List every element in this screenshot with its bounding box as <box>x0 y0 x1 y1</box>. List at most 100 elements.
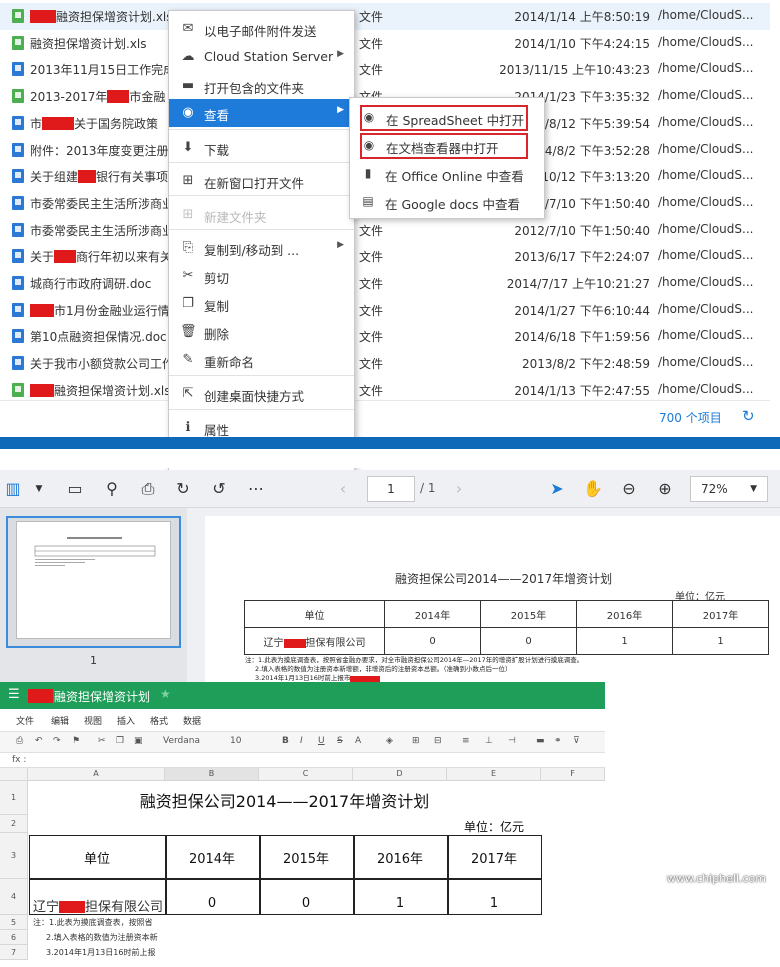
menu-item[interactable]: ⊞ 在新窗口打开文件 <box>169 167 354 195</box>
row-header[interactable]: 7 <box>0 945 28 960</box>
filter-icon[interactable]: ⊽ <box>573 736 580 746</box>
menu-item[interactable]: ☁ Cloud Station Server ▶ <box>169 43 354 71</box>
submenu-item[interactable]: ▤ 在 Google docs 中查看 <box>350 189 544 215</box>
sheet-unit-cell[interactable]: 单位：亿元 <box>447 818 541 835</box>
borders-icon[interactable]: ⊞ <box>412 736 420 746</box>
print-icon[interactable]: ⎙ <box>137 478 159 500</box>
menu-item[interactable]: ⬇ 下载 <box>169 134 354 162</box>
row-header[interactable]: 6 <box>0 930 28 945</box>
strikethrough-icon[interactable]: S <box>337 736 343 746</box>
column-header[interactable]: E <box>447 768 541 781</box>
sheet-header-cell[interactable]: 单位 <box>29 848 165 867</box>
paste-icon[interactable]: ▣ <box>134 736 143 746</box>
italic-icon[interactable]: I <box>300 736 303 746</box>
font-size-select[interactable]: 10 <box>230 736 241 746</box>
row-header[interactable]: 4 <box>0 879 28 915</box>
fill-color-icon[interactable]: ◈ <box>386 736 393 746</box>
undo-icon[interactable]: ↶ <box>35 736 43 746</box>
sheet-header-cell[interactable]: 2017年 <box>447 848 541 867</box>
prev-page-icon[interactable]: ‹ <box>332 478 354 500</box>
font-color-icon[interactable]: A <box>355 736 361 746</box>
menu-file[interactable]: 文件 <box>16 714 34 727</box>
search-icon[interactable]: ⚲ <box>101 478 123 500</box>
zoom-select[interactable]: 72% ▼ <box>690 476 768 502</box>
menu-item[interactable]: ⎘ 复制到/移动到 ... ▶ <box>169 234 354 262</box>
file-row[interactable]: 关于我市小额贷款公司工作 文件 2013/8/2 下午2:48:59/home/Cl… <box>0 350 770 377</box>
column-header[interactable]: D <box>353 768 447 781</box>
refresh-icon[interactable]: ↻ <box>742 407 755 425</box>
row-header[interactable]: 1 <box>0 781 28 815</box>
menu-format[interactable]: 格式 <box>150 714 168 727</box>
column-header[interactable]: C <box>259 768 353 781</box>
menu-item[interactable]: 🗑 删除 <box>169 318 354 346</box>
menu-item[interactable]: ⇱ 创建桌面快捷方式 <box>169 380 354 408</box>
next-page-icon[interactable]: › <box>448 478 470 500</box>
sheet-value-cell[interactable]: 0 <box>165 896 259 911</box>
row-header[interactable]: 2 <box>0 815 28 833</box>
chevron-down-icon[interactable]: ▼ <box>28 478 50 500</box>
sheet-note[interactable]: 3.2014年1月13日16时前上报 <box>46 947 165 958</box>
underline-icon[interactable]: U <box>318 736 325 746</box>
file-row[interactable]: 融资担保增资计划.xls 文件 2014/1/14 上午8:50:19/home/C… <box>0 3 770 30</box>
menu-item[interactable]: ◉ 查看 ▶ <box>169 99 354 127</box>
redo-icon[interactable]: ↷ <box>53 736 61 746</box>
column-header[interactable]: B <box>165 768 259 781</box>
rotate-cw-icon[interactable]: ↻ <box>172 478 194 500</box>
column-header[interactable]: A <box>28 768 165 781</box>
page-number-input[interactable]: 1 <box>367 476 415 502</box>
menu-edit[interactable]: 编辑 <box>51 714 69 727</box>
cursor-icon[interactable]: ➤ <box>546 478 568 500</box>
sheet-note[interactable]: 注：1.此表为摸底调查表，按照省 <box>33 917 165 928</box>
sheet-value-cell[interactable]: 1 <box>353 896 447 911</box>
sidebar-toggle-icon[interactable]: ▥ <box>2 478 24 500</box>
file-row[interactable]: 城商行市政府调研.doc 文件 2014/7/17 上午10:21:27/home/… <box>0 270 770 297</box>
menu-item[interactable]: ✎ 重新命名 <box>169 346 354 374</box>
zoom-in-icon[interactable]: ⊕ <box>654 478 676 500</box>
file-row[interactable]: 第10点融资担保情况.doc 文件 2014/6/18 下午1:59:56/home… <box>0 323 770 350</box>
menu-insert[interactable]: 插入 <box>117 714 135 727</box>
copy-icon[interactable]: ❐ <box>116 736 124 746</box>
menu-data[interactable]: 数据 <box>183 714 201 727</box>
print-icon[interactable]: ⎙ <box>16 736 23 746</box>
align-left-icon[interactable]: ≡ <box>462 736 470 746</box>
menu-view[interactable]: 视图 <box>84 714 102 727</box>
sheet-header-cell[interactable]: 2014年 <box>165 848 259 867</box>
menu-item[interactable]: ▬ 打开包含的文件夹 <box>169 72 354 100</box>
row-header[interactable]: 5 <box>0 915 28 930</box>
link-icon[interactable]: ⚭ <box>554 736 562 746</box>
wrap-icon[interactable]: ⊣ <box>508 736 516 746</box>
file-row[interactable]: 融资担保增资计划.xls 文件 2014/1/10 下午4:24:15/home/C… <box>0 30 770 57</box>
hand-icon[interactable]: ✋ <box>582 478 604 500</box>
format-paint-icon[interactable]: ⚑ <box>72 736 80 746</box>
sheet-header-cell[interactable]: 2015年 <box>259 848 353 867</box>
cut-icon[interactable]: ✂ <box>98 736 106 746</box>
column-header[interactable]: F <box>541 768 605 781</box>
sheet-note[interactable]: 2.填入表格的数值为注册资本新 <box>46 932 165 943</box>
menu-icon[interactable]: ☰ <box>8 687 20 702</box>
zoom-out-icon[interactable]: ⊖ <box>618 478 640 500</box>
file-row[interactable]: 2013年11月15日工作完成 文件 2013/11/15 上午10:43:23/h… <box>0 56 770 83</box>
row-header[interactable]: 3 <box>0 833 28 879</box>
rotate-ccw-icon[interactable]: ↺ <box>208 478 230 500</box>
file-row[interactable]: 市委常委民主生活所涉商业 文件 2012/7/10 下午1:50:40/home/C… <box>0 217 770 244</box>
merge-icon[interactable]: ⊟ <box>434 736 442 746</box>
menu-item[interactable]: ✉ 以电子邮件附件发送 <box>169 15 354 43</box>
open-folder-icon[interactable]: ▭ <box>64 478 86 500</box>
sheet-value-cell[interactable]: 0 <box>259 896 353 911</box>
sheet-row-label[interactable]: 辽宁 担保有限公司 <box>33 896 165 915</box>
menu-item[interactable]: ⊞ 新建文件夹 <box>169 201 354 229</box>
sheet-header-cell[interactable]: 2016年 <box>353 848 447 867</box>
submenu-item[interactable]: ▮ 在 Office Online 中查看 <box>350 161 544 187</box>
star-icon[interactable]: ★ <box>160 687 171 701</box>
sheet-value-cell[interactable]: 1 <box>447 896 541 911</box>
more-icon[interactable]: ⋯ <box>245 478 267 500</box>
formula-bar[interactable]: fx : <box>0 753 605 768</box>
page-thumbnail[interactable] <box>6 516 181 648</box>
file-row[interactable]: 市1月份金融业运行情 文件 2014/1/27 下午6:10:44/home/Clo… <box>0 297 770 324</box>
align-bottom-icon[interactable]: ⊥ <box>485 736 493 746</box>
submenu-item[interactable]: ◉ 在 SpreadSheet 中打开 <box>360 105 528 131</box>
file-row[interactable]: 关于 商行年初以来有关 文件 2013/6/17 下午2:24:07/home/Clo… <box>0 243 770 270</box>
comment-icon[interactable]: ▬ <box>536 736 545 746</box>
font-select[interactable]: Verdana <box>163 736 200 746</box>
menu-item[interactable]: ✂ 剪切 <box>169 262 354 290</box>
